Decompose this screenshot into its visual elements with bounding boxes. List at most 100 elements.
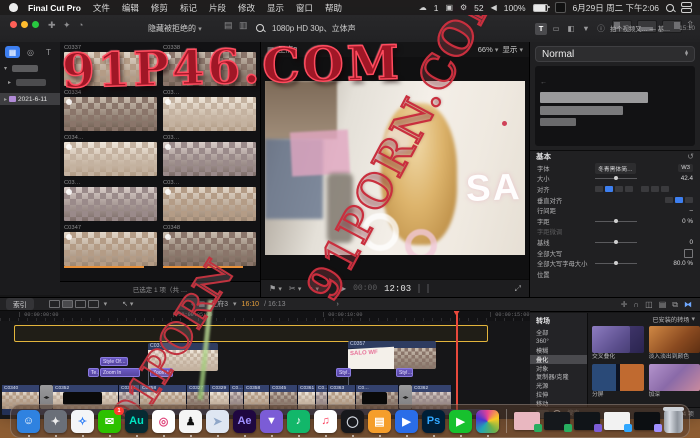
generators-browser-icon[interactable]: ⧉: [672, 300, 678, 310]
control-center-icon[interactable]: [681, 2, 692, 13]
slider[interactable]: [595, 242, 637, 243]
audio-meter[interactable]: [427, 284, 429, 293]
effects-browser-icon[interactable]: ✛: [621, 300, 628, 309]
slider[interactable]: [595, 178, 637, 179]
transition-item[interactable]: 交叉叠化: [592, 326, 644, 361]
clip-thumbnail[interactable]: [64, 97, 157, 131]
menubar-app-icon[interactable]: [555, 2, 566, 13]
browser-search-icon[interactable]: [256, 24, 264, 32]
menu-item-0[interactable]: Final Cut Pro: [22, 3, 87, 13]
close-button[interactable]: [10, 21, 17, 28]
retime-menu-icon[interactable]: ◔ ▾: [308, 284, 319, 293]
tab-photos-icon[interactable]: ◎: [23, 46, 38, 58]
transition-category[interactable]: 拉伸: [530, 390, 587, 399]
slider[interactable]: [595, 221, 637, 222]
font-weight-select[interactable]: W3: [678, 164, 693, 172]
browser-clip[interactable]: C03…: [163, 179, 256, 222]
minimized-window-window-2[interactable]: [544, 412, 570, 430]
menubar-date[interactable]: 6月29日 周二 下午2:06: [573, 2, 659, 14]
transition-item[interactable]: 加深: [649, 364, 700, 399]
menu-item-9[interactable]: 帮助: [319, 2, 348, 14]
tab-libraries-icon[interactable]: ▦: [5, 46, 20, 58]
dock-iqiyi[interactable]: ▶: [449, 410, 472, 433]
clip-thumbnail[interactable]: [64, 142, 157, 176]
browser-clip[interactable]: C03…: [163, 89, 256, 132]
menu-item-3[interactable]: 修剪: [145, 2, 174, 14]
menu-item-2[interactable]: 编辑: [116, 2, 145, 14]
volume-icon[interactable]: ◀: [491, 3, 497, 12]
browser-clip[interactable]: C0348: [163, 224, 256, 267]
event-item-selected[interactable]: ▸ 2021-6-11: [0, 93, 60, 105]
transition-category[interactable]: 模糊: [530, 346, 587, 355]
pointer-tool-icon[interactable]: ↖ ▾: [122, 300, 133, 308]
index-button[interactable]: 索引: [6, 298, 34, 310]
music-browser-icon[interactable]: ∩: [633, 300, 639, 309]
transition-category[interactable]: 360°: [530, 337, 587, 346]
transition-thumbnail[interactable]: [649, 364, 700, 391]
browser-clip[interactable]: C0338: [163, 44, 256, 87]
reset-icon[interactable]: ↺: [687, 152, 694, 161]
installed-transitions-header[interactable]: 已安装的转场▾: [588, 313, 700, 325]
minimized-window-window-4[interactable]: [604, 412, 630, 430]
timeline-ruler[interactable]: | 00:00:00:00| 00:00:05:00| 00:00:10:00|…: [0, 311, 530, 321]
apple-logo-icon[interactable]: [9, 3, 18, 12]
disclosure-icon[interactable]: ▸: [8, 79, 11, 86]
minimized-window-window-3[interactable]: [574, 412, 600, 430]
browser-clip[interactable]: C034…: [64, 134, 157, 177]
dock-cloud-drive[interactable]: ➤: [206, 410, 229, 433]
align-option[interactable]: [625, 186, 633, 192]
text-inspector-icon[interactable]: T: [535, 23, 547, 35]
menu-item-6[interactable]: 修改: [232, 2, 261, 14]
dock-final-cut-pro[interactable]: [476, 410, 499, 433]
transition-category[interactable]: 复制器/克隆: [530, 372, 587, 381]
dock-downie[interactable]: ▼: [260, 410, 283, 433]
title-clip[interactable]: Te…: [88, 368, 99, 377]
tab-titles-icon[interactable]: T: [41, 46, 56, 58]
clip-view-icon[interactable]: ▤: [224, 20, 233, 31]
titles-browser-icon[interactable]: ▤: [659, 300, 667, 309]
fullscreen-icon[interactable]: ⤢: [515, 284, 521, 294]
connected-clip[interactable]: C0357SALO WF: [348, 341, 436, 369]
color-inspector-icon[interactable]: ◧: [565, 23, 577, 35]
filter-icon[interactable]: ▼: [580, 23, 592, 35]
align-option[interactable]: [615, 186, 623, 192]
valign-option[interactable]: [665, 197, 673, 203]
cloud-icon[interactable]: ☁: [419, 3, 427, 12]
clip-thumbnail[interactable]: [163, 187, 256, 221]
checkbox[interactable]: [684, 249, 693, 258]
menu-item-5[interactable]: 片段: [203, 2, 232, 14]
browser-clip[interactable]: C0347: [64, 224, 157, 267]
transitions-browser-icon[interactable]: ⧓: [684, 300, 692, 309]
basic-section-header[interactable]: 基本 ↺: [530, 150, 700, 162]
clip-thumbnail[interactable]: [163, 232, 256, 266]
transition-category[interactable]: 光源: [530, 381, 587, 390]
title-clip[interactable]: Styl…: [396, 368, 413, 377]
title-text-field[interactable]: ←: [535, 66, 695, 146]
appearance-chevron-icon[interactable]: ▾: [104, 300, 108, 308]
dock-wechat[interactable]: ✉1: [98, 410, 121, 433]
dock-audition[interactable]: Au: [125, 410, 148, 433]
title-clip[interactable]: Zoom In: [100, 368, 140, 377]
transition-category[interactable]: 全部: [530, 328, 587, 337]
transition-thumbnail[interactable]: [649, 326, 700, 353]
align-option[interactable]: [661, 186, 669, 192]
gear-icon[interactable]: ⚙: [460, 3, 467, 12]
transition-item[interactable]: 分屏: [592, 364, 644, 399]
align-option[interactable]: [595, 186, 603, 192]
browser-clip[interactable]: C03…: [163, 134, 256, 177]
transition-thumbnail[interactable]: [592, 326, 644, 353]
menu-item-7[interactable]: 显示: [261, 2, 290, 14]
transition-item[interactable]: 淡入淡出到颜色: [649, 326, 700, 361]
import-icon[interactable]: ✚: [48, 20, 56, 31]
title-clip[interactable]: Style Of…: [100, 357, 128, 366]
audio-meter[interactable]: [418, 284, 420, 293]
dock-books[interactable]: ▤: [368, 410, 391, 433]
marker-menu-icon[interactable]: ⚑ ▾: [269, 284, 282, 293]
dock-obs[interactable]: ◯: [341, 410, 364, 433]
dock-qq[interactable]: ♟: [179, 410, 202, 433]
align-option[interactable]: [651, 186, 659, 192]
dock-safari[interactable]: ✧: [71, 410, 94, 433]
transition-category[interactable]: 叠化: [530, 355, 587, 364]
dock-media-rings[interactable]: ◎: [152, 410, 175, 433]
selected-range[interactable]: [14, 325, 488, 342]
